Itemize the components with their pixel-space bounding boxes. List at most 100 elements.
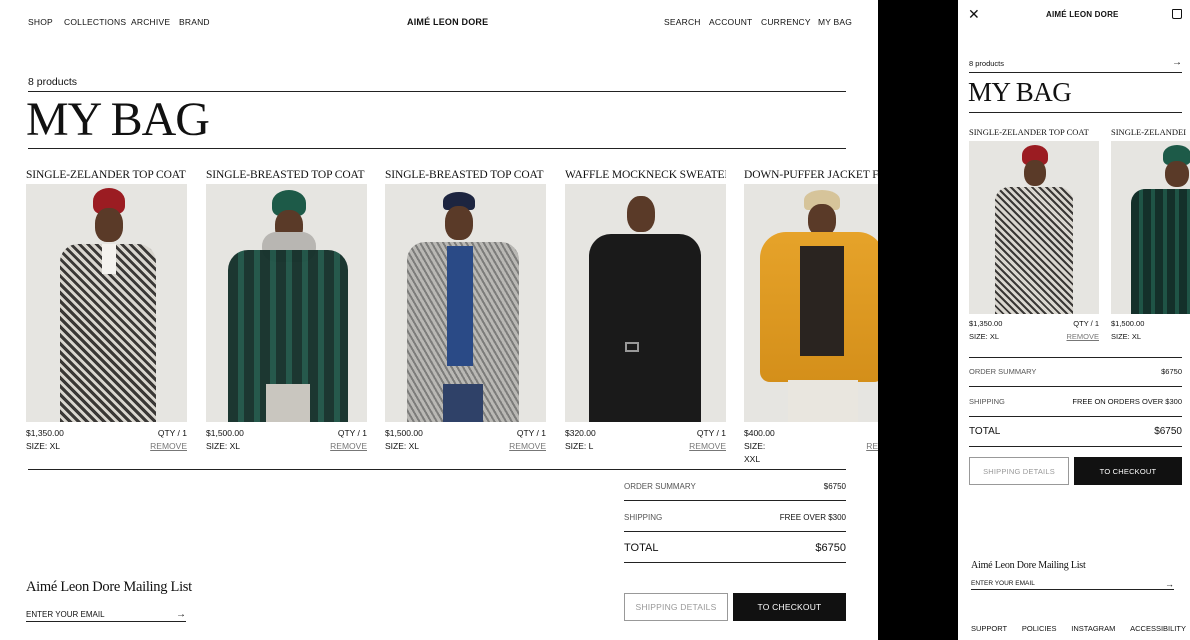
product-card[interactable]: WAFFLE MOCKNECK SWEATER $320.00 QTY / 1 S… xyxy=(565,168,726,453)
brand-logo[interactable]: AIMÉ LEON DORE xyxy=(407,17,488,27)
product-card[interactable]: SINGLE-BREASTED TOP COAT $1,500.00 QTY / … xyxy=(206,168,367,453)
arrow-right-icon[interactable]: → xyxy=(1172,58,1182,68)
mobile-count-row: 8 products → xyxy=(969,58,1182,69)
nav-collections[interactable]: COLLECTIONS xyxy=(64,17,126,27)
product-price: $1,350.00 xyxy=(26,428,64,438)
mobile-mailing-title: Aimé Leon Dore Mailing List xyxy=(971,560,1086,571)
mobile-product-image[interactable] xyxy=(969,141,1099,314)
product-image[interactable] xyxy=(744,184,878,422)
product-card[interactable]: SINGLE-BREASTED TOP COAT $1,500.00 QTY / … xyxy=(385,168,546,453)
trousers xyxy=(443,384,483,422)
remove-link[interactable]: REMOVE xyxy=(509,440,546,453)
divider xyxy=(28,91,846,92)
black-panel xyxy=(878,0,958,640)
divider xyxy=(624,500,846,501)
divider xyxy=(969,112,1182,113)
mobile-email-field[interactable]: ENTER YOUR EMAIL → xyxy=(971,578,1174,590)
footer-accessibility[interactable]: ACCESSIBILITY xyxy=(1130,624,1186,633)
close-icon[interactable]: ✕ xyxy=(968,7,980,21)
product-qty[interactable]: QTY / 1 xyxy=(517,427,546,440)
mobile-shipping-details-button[interactable]: SHIPPING DETAILS xyxy=(969,457,1069,485)
mobile-total-row: TOTAL $6750 xyxy=(969,426,1182,437)
mobile-product-card[interactable]: SINGLE-ZELANDER TOP COAT $1,350.00 QTY / … xyxy=(969,127,1099,343)
nav-brand[interactable]: BRAND xyxy=(179,17,210,27)
divider xyxy=(624,531,846,532)
product-name[interactable]: DOWN-PUFFER JACKET F xyxy=(744,168,878,182)
mobile-checkout-button[interactable]: TO CHECKOUT xyxy=(1074,457,1182,485)
sweater xyxy=(800,246,844,356)
divider xyxy=(624,562,846,563)
product-qty[interactable]: QTY / 1 xyxy=(338,427,367,440)
arrow-right-icon[interactable]: → xyxy=(176,609,186,620)
footer-policies[interactable]: POLICIES xyxy=(1022,624,1057,633)
remove-link[interactable]: RE xyxy=(866,440,878,466)
divider xyxy=(28,469,846,470)
nav-archive[interactable]: ARCHIVE xyxy=(131,17,170,27)
product-price: $1,500.00 xyxy=(206,428,244,438)
divider xyxy=(969,386,1182,387)
mobile-product-image[interactable] xyxy=(1111,141,1190,314)
product-image[interactable] xyxy=(385,184,546,422)
product-name[interactable]: SINGLE-ZELANDER TOP COAT xyxy=(26,168,187,182)
mobile-shipping-label: SHIPPING xyxy=(969,397,1005,406)
nav-account[interactable]: ACCOUNT xyxy=(709,17,752,27)
mobile-product-name[interactable]: SINGLE-ZELANDEI xyxy=(1111,127,1190,139)
product-qty[interactable]: QTY / 1 xyxy=(158,427,187,440)
mobile-footer: SUPPORT POLICIES INSTAGRAM ACCESSIBILITY xyxy=(971,624,1186,633)
remove-link[interactable]: REMOVE xyxy=(689,440,726,453)
footer-support[interactable]: SUPPORT xyxy=(971,624,1007,633)
product-price: $400.00 xyxy=(744,428,775,438)
product-name[interactable]: SINGLE-BREASTED TOP COAT xyxy=(206,168,367,182)
product-card[interactable]: DOWN-PUFFER JACKET F $400.00 SIZE: XXL RE xyxy=(744,168,878,466)
mobile-brand-logo[interactable]: AIMÉ LEON DORE xyxy=(1046,10,1119,19)
product-name[interactable]: WAFFLE MOCKNECK SWEATER xyxy=(565,168,726,182)
mobile-email-placeholder[interactable]: ENTER YOUR EMAIL xyxy=(971,580,1035,587)
email-placeholder[interactable]: ENTER YOUR EMAIL xyxy=(26,610,105,619)
product-image[interactable] xyxy=(26,184,187,422)
shirt xyxy=(102,244,116,274)
mobile-product-qty[interactable]: QTY / 1 xyxy=(1073,317,1099,330)
order-summary-value: $6750 xyxy=(823,481,846,491)
product-card[interactable]: SINGLE-ZELANDER TOP COAT $1,350.00 QTY / … xyxy=(26,168,187,453)
mobile-order-summary-row: ORDER SUMMARY $6750 xyxy=(969,367,1182,376)
product-size: SIZE: XL xyxy=(26,441,61,451)
product-qty[interactable]: QTY / 1 xyxy=(697,427,726,440)
black-sweater xyxy=(589,234,701,422)
product-name[interactable]: SINGLE-BREASTED TOP COAT xyxy=(385,168,546,182)
nav-currency[interactable]: CURRENCY xyxy=(761,17,811,27)
total-label: TOTAL xyxy=(624,542,659,554)
mobile-shipping-value: FREE ON ORDERS OVER $300 xyxy=(1072,397,1182,406)
shipping-details-button[interactable]: SHIPPING DETAILS xyxy=(624,593,728,621)
mobile-product-card[interactable]: SINGLE-ZELANDEI $1,500.00 SIZE: XL xyxy=(1111,127,1190,343)
mobile-total-value: $6750 xyxy=(1154,426,1182,437)
mobile-product-price: $1,500.00 xyxy=(1111,319,1145,328)
divider xyxy=(969,446,1182,447)
bag-icon[interactable] xyxy=(1172,9,1182,19)
order-summary-row: ORDER SUMMARY $6750 xyxy=(624,478,846,494)
page-title: MY BAG xyxy=(26,93,210,146)
head xyxy=(1024,160,1046,186)
head xyxy=(95,208,123,242)
divider xyxy=(969,72,1182,73)
product-size: SIZE: XXL xyxy=(744,441,766,464)
nav-search[interactable]: SEARCH xyxy=(664,17,701,27)
mobile-view: ✕ AIMÉ LEON DORE 8 products → MY BAG SIN… xyxy=(958,0,1190,640)
product-count: 8 products xyxy=(28,76,78,88)
checkout-button[interactable]: TO CHECKOUT xyxy=(733,593,846,621)
product-image[interactable] xyxy=(565,184,726,422)
product-size: SIZE: XL xyxy=(206,441,241,451)
arrow-right-icon[interactable]: → xyxy=(1165,579,1174,589)
nav-shop[interactable]: SHOP xyxy=(28,17,53,27)
remove-link[interactable]: REMOVE xyxy=(1066,330,1099,343)
email-field[interactable]: ENTER YOUR EMAIL → xyxy=(26,608,186,622)
footer-instagram[interactable]: INSTAGRAM xyxy=(1071,624,1115,633)
product-price: $1,500.00 xyxy=(385,428,423,438)
divider xyxy=(969,357,1182,358)
mobile-product-name[interactable]: SINGLE-ZELANDER TOP COAT xyxy=(969,127,1099,139)
remove-link[interactable]: REMOVE xyxy=(330,440,367,453)
remove-link[interactable]: REMOVE xyxy=(150,440,187,453)
houndstooth-coat xyxy=(995,187,1073,314)
product-image[interactable] xyxy=(206,184,367,422)
mobile-product-price: $1,350.00 xyxy=(969,319,1003,328)
nav-my-bag[interactable]: MY BAG xyxy=(818,17,852,27)
